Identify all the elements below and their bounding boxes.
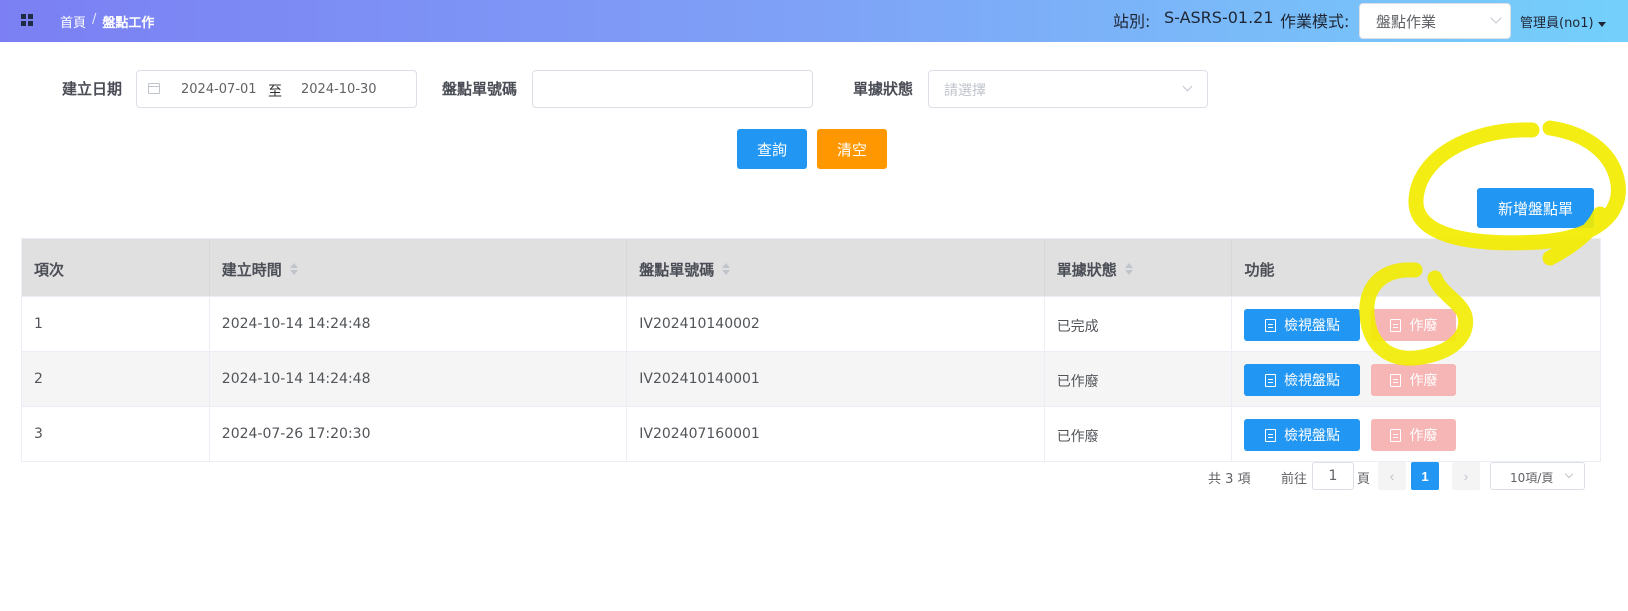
void-button[interactable]: 作廢 <box>1371 309 1457 341</box>
date-range-picker[interactable]: 2024-07-01 至 2024-10-30 <box>136 70 417 108</box>
page-size-value: 10項/頁 <box>1510 471 1554 485</box>
breadcrumb: 首頁 / 盤點工作 <box>60 12 154 31</box>
table-row: 2 2024-10-14 14:24:48 IV202410140001 已作廢… <box>22 351 1600 406</box>
cell-status: 已作廢 <box>1045 352 1233 406</box>
sort-icon[interactable] <box>289 263 298 275</box>
cell-created: 2024-07-26 17:20:30 <box>210 407 628 461</box>
document-icon <box>1390 318 1402 332</box>
void-button[interactable]: 作廢 <box>1371 419 1457 451</box>
inventory-table: 項次 建立時間 盤點單號碼 單據狀態 功能 1 2024-10-14 14:24… <box>21 238 1601 462</box>
cell-created: 2024-10-14 14:24:48 <box>210 352 628 406</box>
breadcrumb-home[interactable]: 首頁 <box>60 12 86 31</box>
calendar-icon <box>148 83 160 94</box>
order-no-input[interactable] <box>532 70 813 108</box>
view-inventory-button[interactable]: 檢視盤點 <box>1244 364 1361 396</box>
document-icon <box>1264 428 1276 442</box>
pagination-page-unit: 頁 <box>1357 472 1371 487</box>
table-header: 項次 建立時間 盤點單號碼 單據狀態 功能 <box>22 239 1600 296</box>
table-row: 3 2024-07-26 17:20:30 IV202407160001 已作廢… <box>22 406 1600 461</box>
column-header-status[interactable]: 單據狀態 <box>1045 239 1233 296</box>
cell-actions: 檢視盤點 作廢 <box>1232 407 1600 461</box>
page-size-select[interactable]: 10項/頁 <box>1490 462 1585 490</box>
cell-order-no: IV202410140002 <box>627 297 1045 351</box>
table-row: 1 2024-10-14 14:24:48 IV202410140002 已完成… <box>22 296 1600 351</box>
sort-icon[interactable] <box>1124 263 1133 275</box>
pagination-goto-label: 前往 <box>1281 472 1308 487</box>
breadcrumb-current: 盤點工作 <box>102 16 155 31</box>
column-header-created[interactable]: 建立時間 <box>210 239 628 296</box>
new-inventory-order-button[interactable]: 新增盤點單 <box>1477 188 1594 228</box>
caret-down-icon[interactable] <box>1598 22 1606 27</box>
pagination-current-page[interactable]: 1 <box>1411 462 1439 490</box>
pagination-prev-button[interactable]: ‹ <box>1378 462 1406 490</box>
cell-order-no: IV202410140001 <box>627 352 1045 406</box>
cell-status: 已作廢 <box>1045 407 1233 461</box>
breadcrumb-separator: / <box>92 12 97 27</box>
pagination-total: 共 3 項 <box>1208 472 1251 487</box>
date-end[interactable]: 2024-10-30 <box>301 82 377 97</box>
cell-index: 1 <box>22 297 210 351</box>
void-button[interactable]: 作廢 <box>1371 364 1457 396</box>
pagination-page-input[interactable] <box>1312 462 1354 490</box>
order-no-label: 盤點單號碼 <box>442 80 518 98</box>
view-inventory-button[interactable]: 檢視盤點 <box>1244 419 1361 451</box>
document-icon <box>1264 373 1276 387</box>
column-header-order-no[interactable]: 盤點單號碼 <box>627 239 1045 296</box>
station-label: 站別: <box>1113 12 1151 31</box>
top-bar: 首頁 / 盤點工作 站別: S-ASRS-01.21 作業模式: 盤點作業 管理… <box>0 0 1628 42</box>
cell-status: 已完成 <box>1045 297 1233 351</box>
menu-grid-icon[interactable] <box>21 14 33 26</box>
status-select-placeholder: 請選擇 <box>944 83 986 99</box>
station-value: S-ASRS-01.21 <box>1164 8 1274 27</box>
status-label: 單據狀態 <box>853 80 914 98</box>
user-menu[interactable]: 管理員(no1) <box>1520 12 1594 31</box>
mode-label: 作業模式: <box>1280 12 1350 31</box>
date-label: 建立日期 <box>62 80 123 98</box>
document-icon <box>1264 318 1276 332</box>
query-button[interactable]: 查詢 <box>737 129 807 169</box>
chevron-down-icon <box>1490 12 1502 24</box>
cell-index: 2 <box>22 352 210 406</box>
view-inventory-button[interactable]: 檢視盤點 <box>1244 309 1361 341</box>
document-icon <box>1390 428 1402 442</box>
mode-select-value: 盤點作業 <box>1376 13 1437 31</box>
cell-actions: 檢視盤點 作廢 <box>1232 352 1600 406</box>
status-select[interactable]: 請選擇 <box>928 70 1208 108</box>
chevron-down-icon <box>1182 81 1193 92</box>
sort-icon[interactable] <box>722 263 731 275</box>
clear-button[interactable]: 清空 <box>817 129 887 169</box>
pagination-next-button[interactable]: › <box>1452 462 1480 490</box>
mode-select[interactable]: 盤點作業 <box>1359 3 1511 39</box>
column-header-index: 項次 <box>22 239 210 296</box>
cell-actions: 檢視盤點 作廢 <box>1232 297 1600 351</box>
cell-order-no: IV202407160001 <box>627 407 1045 461</box>
date-range-separator: 至 <box>268 84 282 100</box>
column-header-actions: 功能 <box>1244 261 1275 279</box>
cell-index: 3 <box>22 407 210 461</box>
date-start[interactable]: 2024-07-01 <box>181 82 257 97</box>
document-icon <box>1390 373 1402 387</box>
chevron-down-icon <box>1564 469 1574 479</box>
cell-created: 2024-10-14 14:24:48 <box>210 297 628 351</box>
